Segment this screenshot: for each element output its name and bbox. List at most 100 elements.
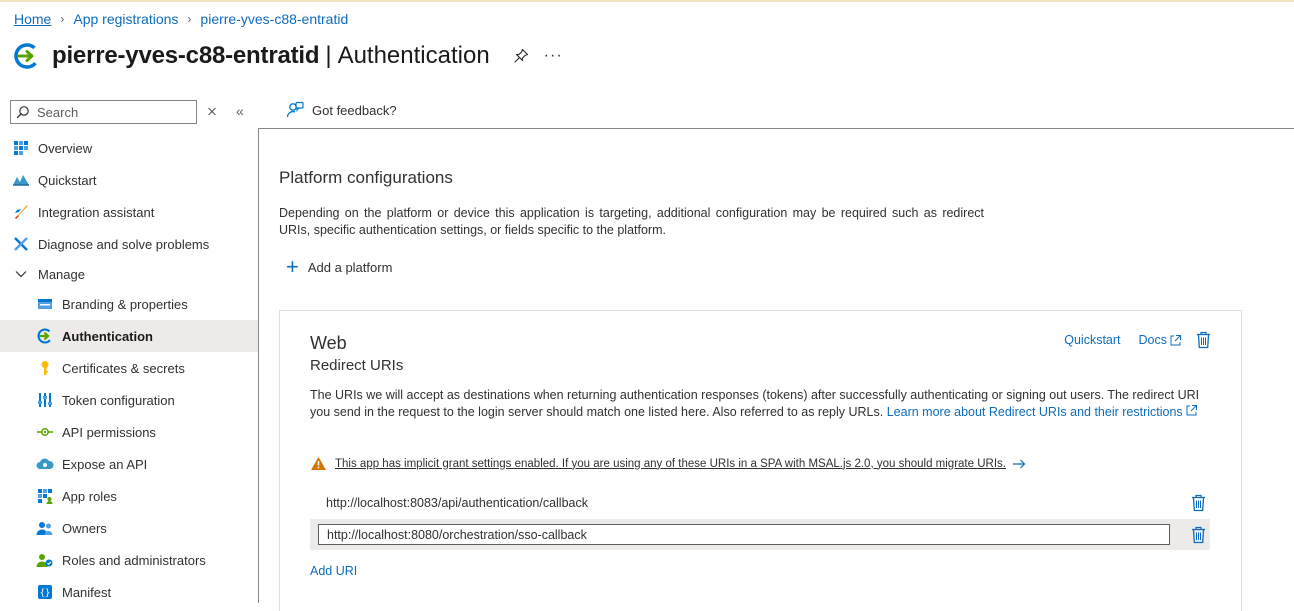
sidebar-item-owners[interactable]: Owners xyxy=(0,512,258,544)
breadcrumb: Home › App registrations › pierre-yves-c… xyxy=(14,11,348,27)
owners-icon xyxy=(36,519,54,537)
authentication-icon xyxy=(36,327,54,345)
title-separator: | xyxy=(325,42,332,69)
sidebar-item-label: Token configuration xyxy=(62,392,175,408)
feedback-button[interactable]: Got feedback? xyxy=(286,101,397,119)
sidebar-item-label: Roles and administrators xyxy=(62,552,206,568)
sidebar-group-label: Manage xyxy=(38,266,85,282)
section-description: Depending on the platform or device this… xyxy=(279,206,984,237)
external-link-icon xyxy=(1170,334,1181,345)
plus-icon: + xyxy=(286,254,299,279)
key-icon xyxy=(36,359,54,377)
redirect-uris-description: The URIs we will accept as destinations … xyxy=(310,387,1210,421)
redirect-uri-row: http://localhost:8083/api/authentication… xyxy=(310,487,1210,518)
card-actions: Quickstart Docs xyxy=(1064,331,1211,349)
rocket-icon xyxy=(12,203,30,221)
external-link-icon xyxy=(1186,405,1197,416)
learn-more-link[interactable]: Learn more about Redirect URIs and their… xyxy=(887,405,1198,419)
sidebar-item-label: App roles xyxy=(62,488,117,504)
arrow-right-icon xyxy=(1012,459,1026,468)
sidebar-item-certificates[interactable]: Certificates & secrets xyxy=(0,352,258,384)
sidebar-item-label: Branding & properties xyxy=(62,296,188,312)
sidebar-item-label: Manifest xyxy=(62,584,112,600)
docs-link[interactable]: Docs xyxy=(1139,333,1182,347)
sidebar-item-label: API permissions xyxy=(62,424,156,440)
card-title: Web xyxy=(310,333,347,353)
breadcrumb-home[interactable]: Home xyxy=(14,11,51,27)
redirect-uri-input[interactable] xyxy=(318,524,1170,545)
sidebar-item-label: Quickstart xyxy=(38,172,97,188)
top-accent-line xyxy=(0,0,1294,2)
redirect-uri-value[interactable]: http://localhost:8083/api/authentication… xyxy=(326,496,588,510)
feedback-label: Got feedback? xyxy=(312,102,397,118)
chevron-down-icon xyxy=(12,265,30,283)
manifest-icon: {} xyxy=(36,583,54,601)
sidebar-item-label: Overview xyxy=(38,140,93,156)
sidebar-item-manifest[interactable]: {} Manifest xyxy=(0,576,258,608)
sidebar-item-roles-admins[interactable]: Roles and administrators xyxy=(0,544,258,576)
sidebar-item-integration-assistant[interactable]: Integration assistant xyxy=(0,196,258,228)
quickstart-icon xyxy=(12,171,30,189)
delete-platform-trash-icon[interactable] xyxy=(1196,331,1211,349)
breadcrumb-current-app[interactable]: pierre-yves-c88-entratid xyxy=(200,11,348,27)
sidebar-item-label: Integration assistant xyxy=(38,204,155,220)
page-header: pierre-yves-c88-entratid | Authenticatio… xyxy=(14,38,563,74)
app-roles-icon xyxy=(36,487,54,505)
redirect-uri-row-editing xyxy=(310,519,1210,550)
clear-filter-icon[interactable] xyxy=(205,104,219,118)
add-platform-button[interactable]: + Add a platform xyxy=(286,254,393,279)
chevron-right-icon: › xyxy=(187,12,192,26)
warning-text: This app has implicit grant settings ena… xyxy=(335,457,1006,470)
sidebar-nav: Overview Quickstart Integration assistan… xyxy=(0,132,258,608)
sidebar-item-branding[interactable]: Branding & properties xyxy=(0,288,258,320)
chevron-right-icon: › xyxy=(60,12,65,26)
app-name-title: pierre-yves-c88-entratid xyxy=(52,42,320,69)
delete-uri-trash-icon[interactable] xyxy=(1191,526,1206,544)
sidebar-group-manage[interactable]: Manage xyxy=(0,260,258,288)
svg-text:{}: {} xyxy=(40,589,51,599)
sidebar-item-quickstart[interactable]: Quickstart xyxy=(0,164,258,196)
more-options-icon[interactable]: ··· xyxy=(544,47,563,65)
overview-icon xyxy=(12,139,30,157)
pin-icon[interactable] xyxy=(512,47,530,65)
delete-uri-trash-icon[interactable] xyxy=(1191,494,1206,512)
add-uri-link[interactable]: Add URI xyxy=(310,564,357,578)
learn-more-label: Learn more about Redirect URIs and their… xyxy=(886,405,1183,419)
feedback-icon xyxy=(286,101,304,118)
search-input[interactable] xyxy=(35,103,189,121)
docs-label: Docs xyxy=(1138,333,1167,347)
breadcrumb-app-registrations[interactable]: App registrations xyxy=(73,11,178,27)
sidebar-item-label: Owners xyxy=(62,520,107,536)
search-icon xyxy=(16,106,29,119)
cloud-api-icon xyxy=(36,455,54,473)
add-platform-label: Add a platform xyxy=(307,259,393,275)
implicit-grant-warning[interactable]: This app has implicit grant settings ena… xyxy=(310,456,1026,471)
card-subtitle: Redirect URIs xyxy=(310,357,404,374)
section-title: Platform configurations xyxy=(279,168,453,187)
token-config-icon xyxy=(36,391,54,409)
sidebar-item-token-config[interactable]: Token configuration xyxy=(0,384,258,416)
sidebar-item-label: Authentication xyxy=(62,328,153,344)
nav-divider xyxy=(258,128,259,603)
sidebar-item-label: Certificates & secrets xyxy=(62,360,185,376)
branding-icon xyxy=(36,295,54,313)
diagnose-wrench-icon xyxy=(12,235,30,253)
warning-icon xyxy=(311,457,326,470)
sidebar-item-authentication[interactable]: Authentication xyxy=(0,320,258,352)
sidebar-item-app-roles[interactable]: App roles xyxy=(0,480,258,512)
sidebar-item-api-permissions[interactable]: API permissions xyxy=(0,416,258,448)
page-title: Authentication xyxy=(337,42,490,69)
api-permissions-icon xyxy=(36,423,54,441)
web-platform-card: Web Redirect URIs Quickstart Docs The UR… xyxy=(279,310,1242,611)
sidebar-item-label: Expose an API xyxy=(62,456,148,472)
toolbar-divider xyxy=(258,128,1294,129)
sidebar-item-expose-api[interactable]: Expose an API xyxy=(0,448,258,480)
search-box[interactable] xyxy=(10,100,197,124)
collapse-nav-icon[interactable]: « xyxy=(236,103,244,119)
quickstart-link[interactable]: Quickstart xyxy=(1064,333,1120,347)
sidebar-item-overview[interactable]: Overview xyxy=(0,132,258,164)
authentication-icon xyxy=(14,43,40,69)
sidebar-item-diagnose[interactable]: Diagnose and solve problems xyxy=(0,228,258,260)
sidebar-item-label: Diagnose and solve problems xyxy=(38,236,210,252)
roles-admins-icon xyxy=(36,551,54,569)
